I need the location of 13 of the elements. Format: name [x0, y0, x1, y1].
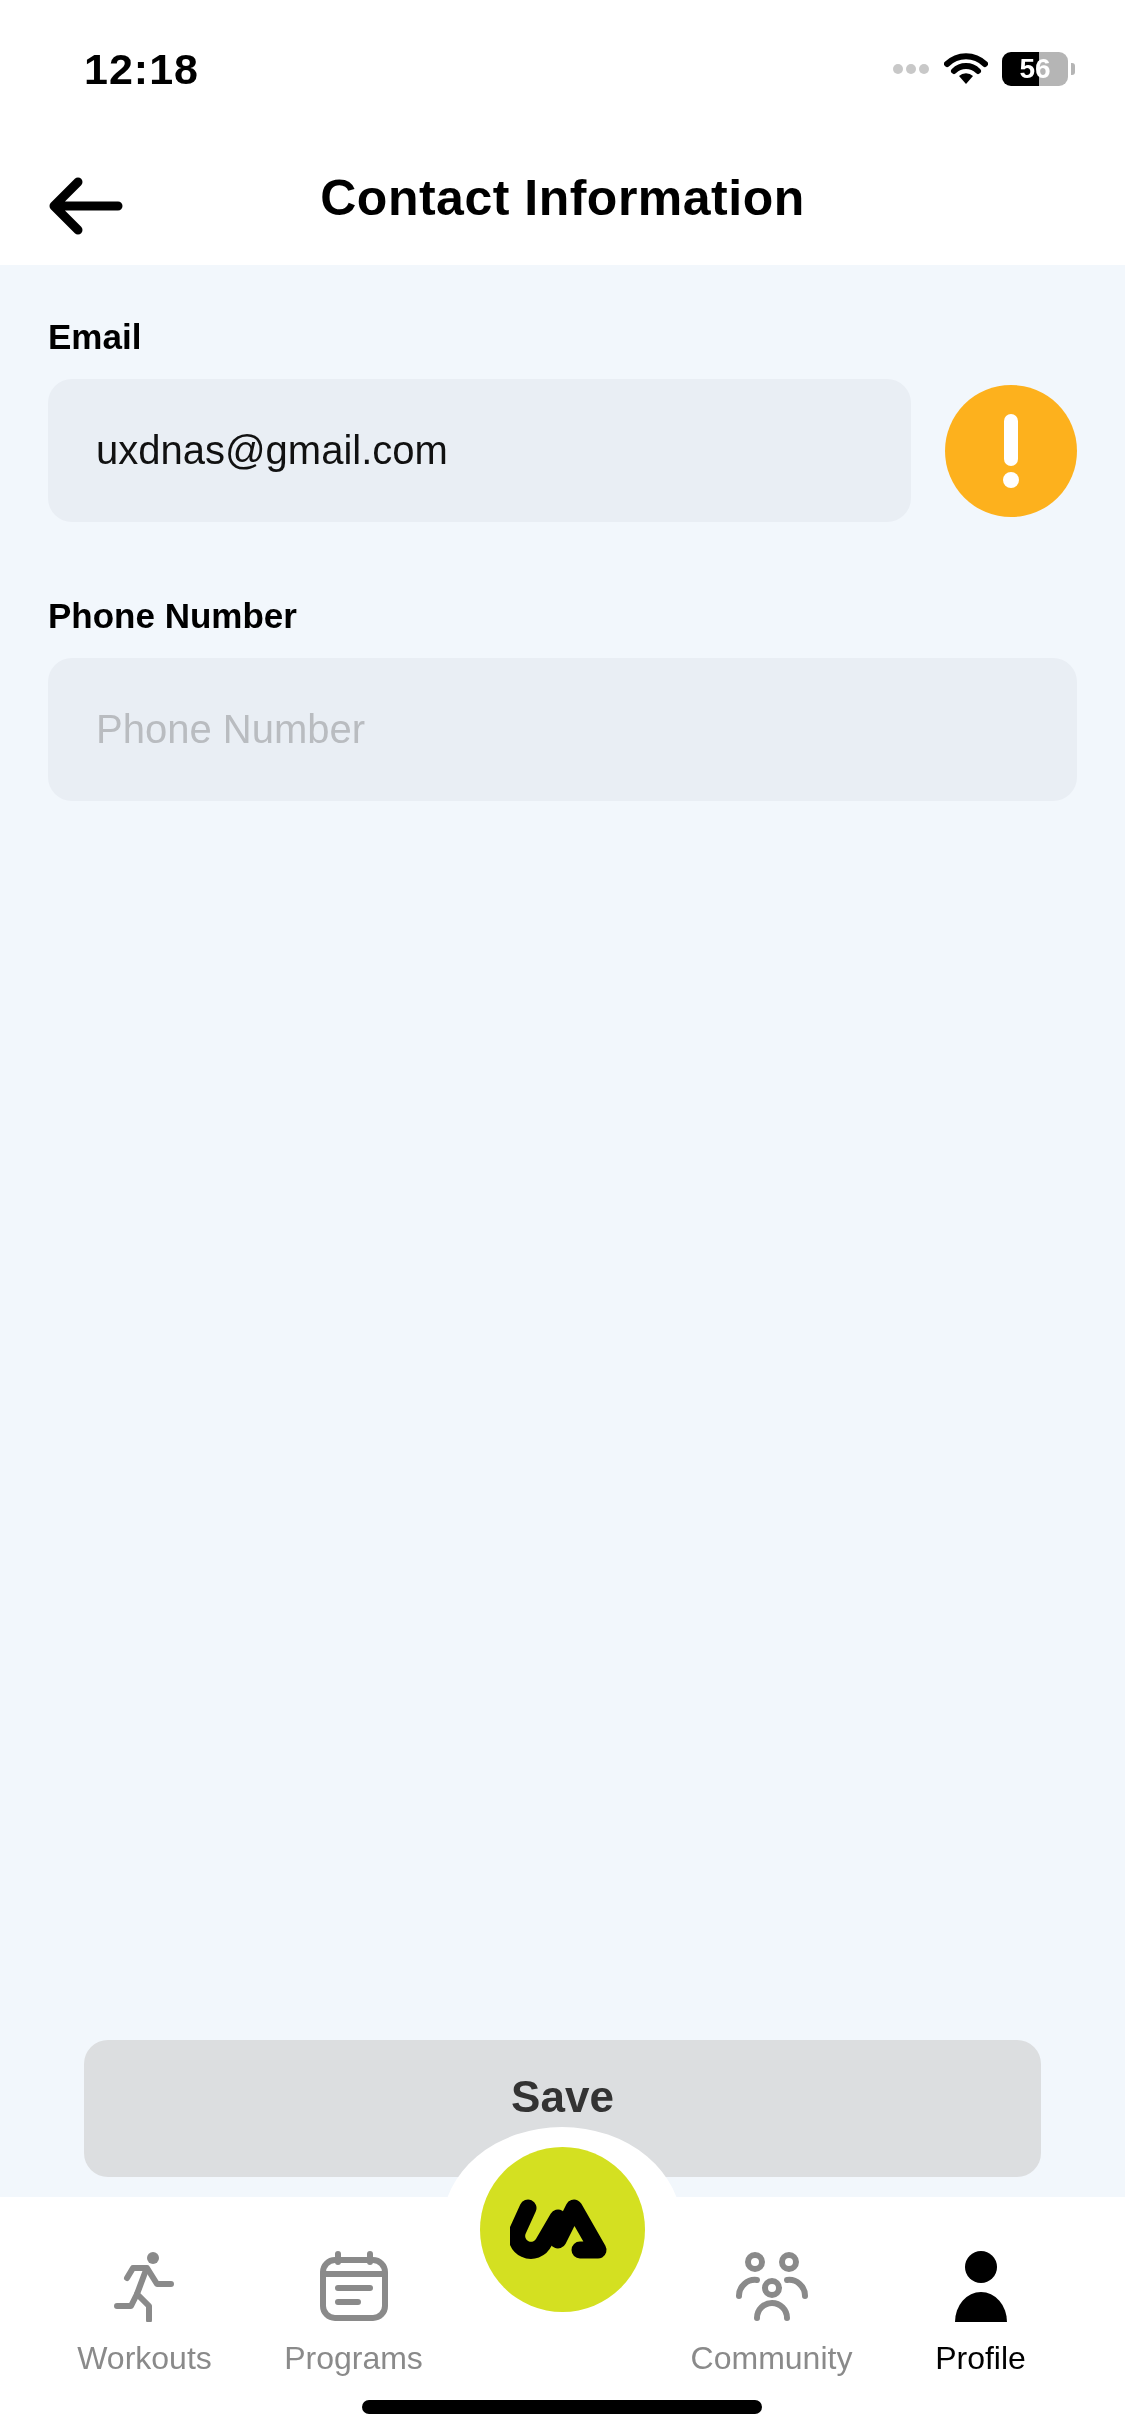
field-label: Email: [48, 317, 143, 357]
screen-title: Contact Information: [320, 168, 805, 227]
tab-item[interactable]: Profile: [876, 2250, 1085, 2377]
group-icon: [734, 2250, 809, 2322]
wifi-icon: [944, 52, 988, 86]
running-person-icon: [112, 2250, 177, 2322]
back-arrow-icon: [48, 176, 124, 236]
calendar-icon: [317, 2250, 390, 2322]
status-time: 12:18: [84, 43, 199, 94]
field-label: Phone Number: [48, 596, 298, 636]
signal-icon: [892, 63, 930, 75]
person-icon: [952, 2250, 1009, 2322]
input-field[interactable]: uxdnas@gmail.com: [48, 379, 911, 522]
